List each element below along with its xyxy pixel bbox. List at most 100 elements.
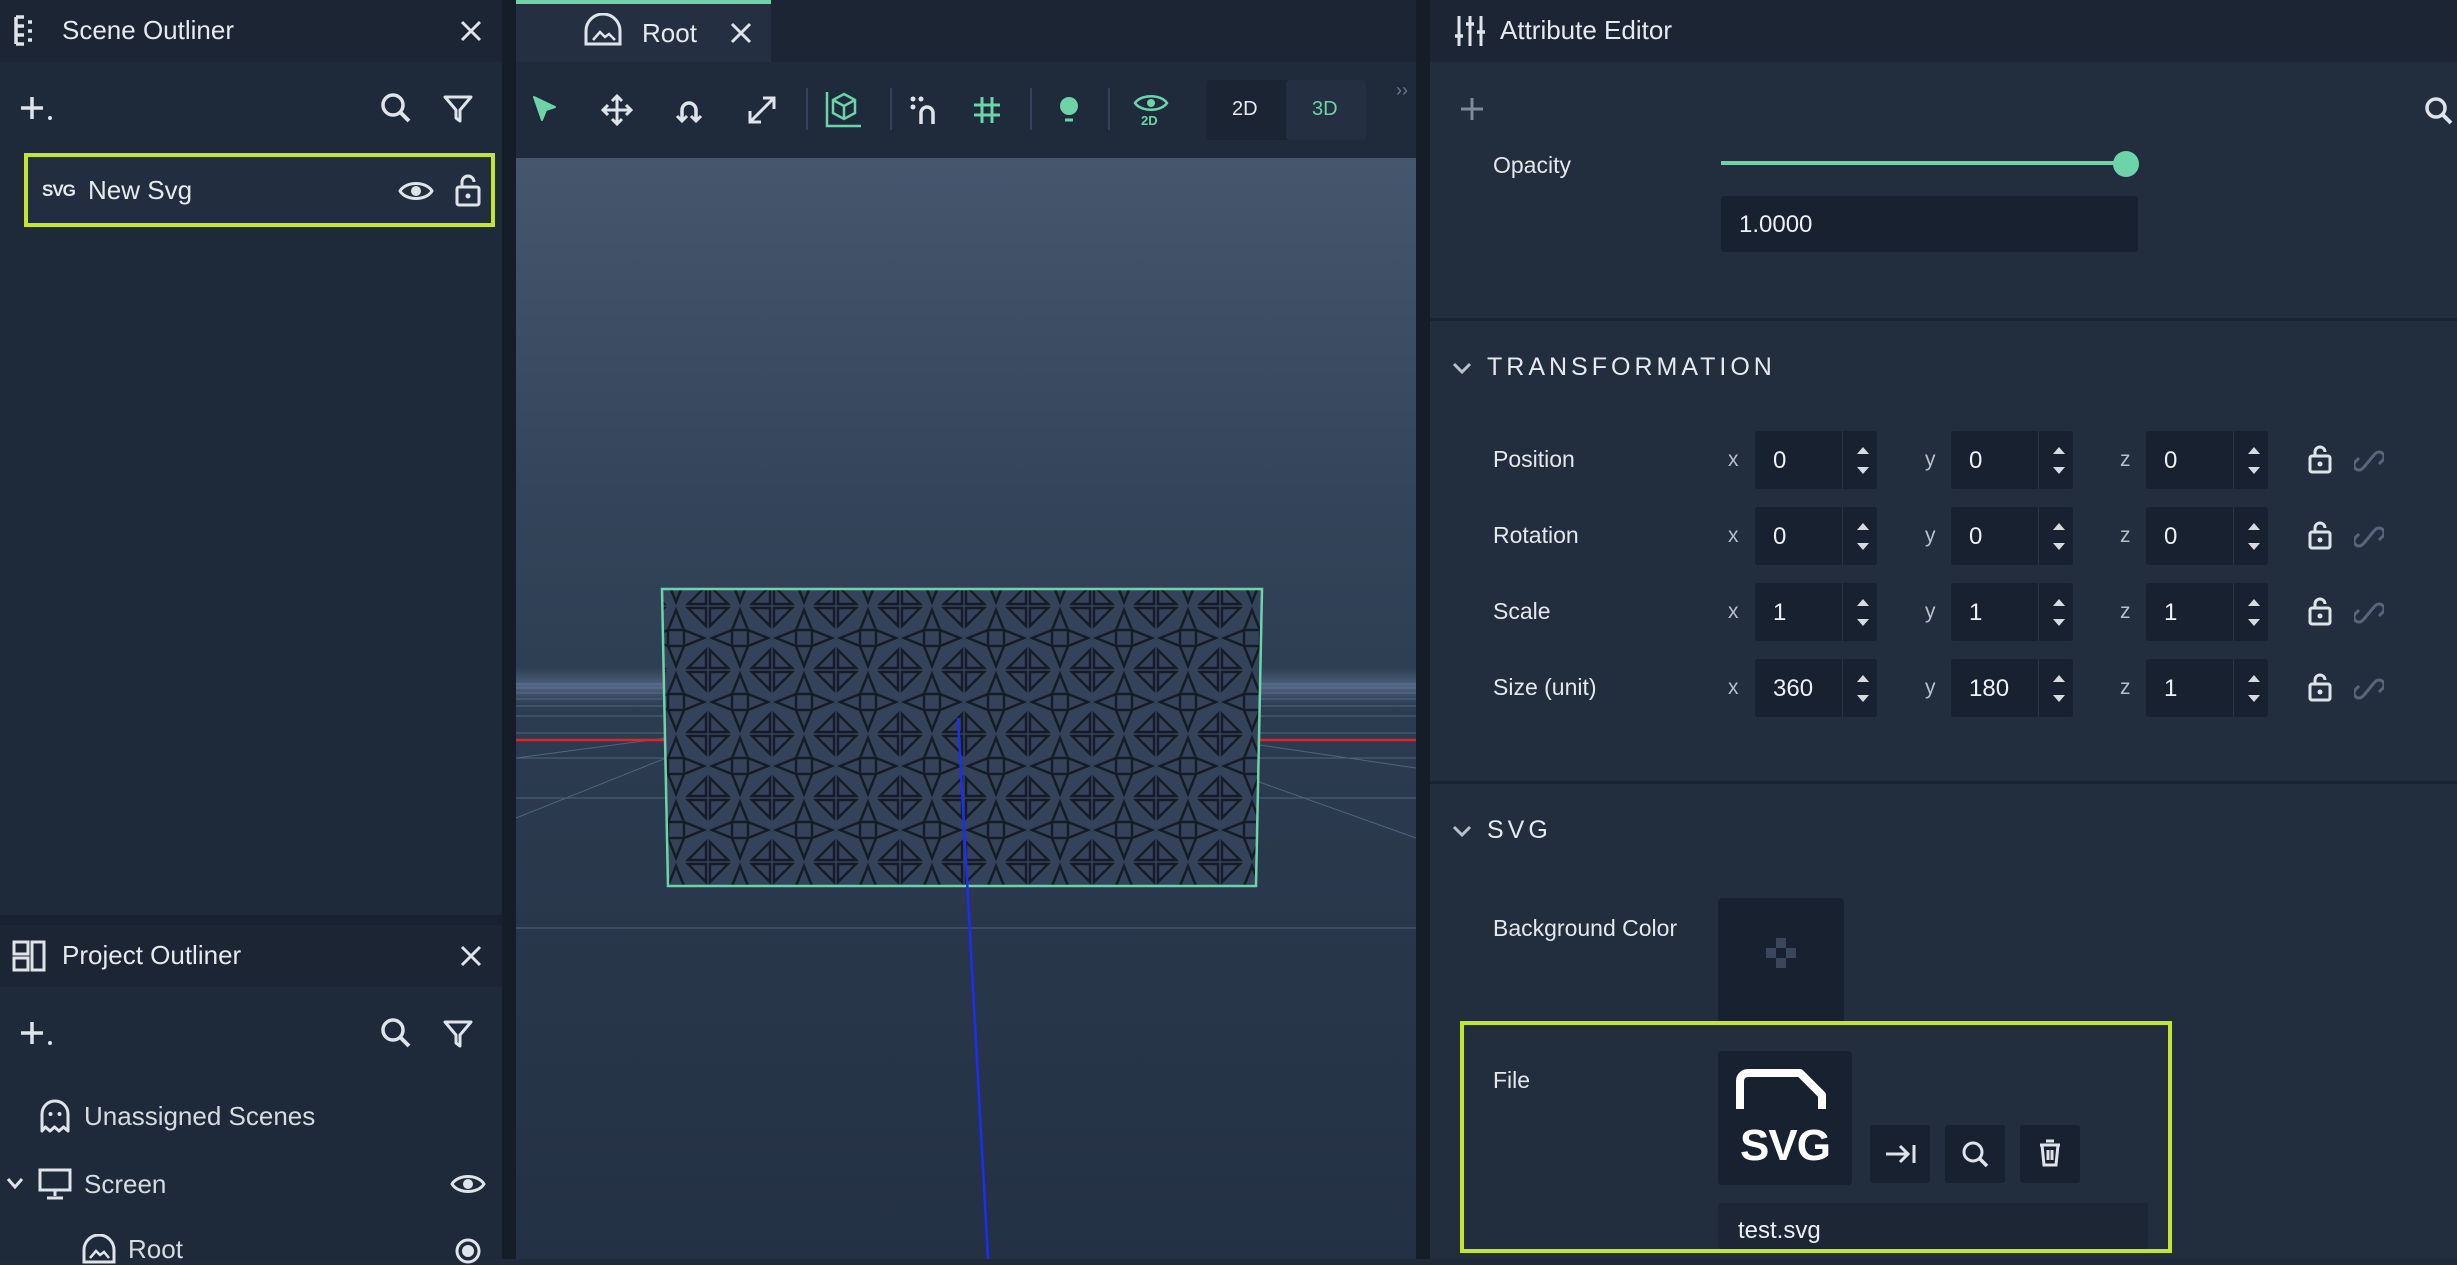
link-icon[interactable] — [2354, 447, 2384, 475]
lock-icon[interactable] — [2308, 444, 2332, 474]
position-x-input[interactable]: 0 — [1755, 431, 1877, 489]
add-icon[interactable] — [1459, 96, 1485, 122]
toggle-3d-button[interactable]: 3D — [1312, 98, 1338, 121]
filter-icon[interactable] — [442, 1018, 474, 1050]
transformation-section-title[interactable]: TRANSFORMATION — [1487, 353, 1776, 382]
scene-icon — [584, 13, 622, 47]
opacity-input[interactable]: 1.0000 — [1721, 196, 2138, 252]
panel-splitter[interactable] — [502, 0, 516, 1259]
position-y-input[interactable]: 0 — [1951, 431, 2073, 489]
move-tool-icon[interactable] — [600, 93, 634, 127]
scene-outliner-toolbar — [0, 62, 502, 148]
link-icon[interactable] — [2354, 523, 2384, 551]
grid-icon[interactable] — [972, 95, 1002, 125]
chevron-down-icon[interactable] — [1452, 824, 1472, 838]
axis-y-label: y — [1925, 448, 1936, 471]
drag-handle-icon[interactable] — [12, 14, 36, 48]
opacity-slider-handle[interactable] — [2113, 151, 2139, 177]
axis-x-label: x — [1728, 448, 1739, 471]
lock-icon[interactable] — [2308, 596, 2332, 626]
background-color-swatch[interactable] — [1718, 898, 1844, 1024]
close-icon[interactable] — [458, 18, 484, 44]
opacity-label: Opacity — [1493, 152, 1571, 178]
filter-icon[interactable] — [442, 93, 474, 125]
axis-x-label: x — [1728, 600, 1739, 623]
layout-icon — [12, 940, 46, 972]
panel-splitter[interactable] — [1416, 0, 1430, 1259]
tab-label: Root — [642, 18, 697, 48]
size-y-input[interactable]: 180 — [1951, 659, 2073, 717]
project-outliner-header: Project Outliner — [0, 925, 502, 987]
add-icon[interactable] — [20, 94, 54, 124]
axis-z-label: z — [2120, 524, 2131, 547]
opacity-value: 1.0000 — [1739, 211, 1813, 238]
rotation-label: Rotation — [1493, 522, 1579, 548]
scale-x-input[interactable]: 1 — [1755, 583, 1877, 641]
rotation-z-input[interactable]: 0 — [2146, 507, 2268, 565]
scale-y-input[interactable]: 1 — [1951, 583, 2073, 641]
scene-outliner-header: Scene Outliner — [0, 0, 502, 62]
delete-file-button[interactable] — [2020, 1125, 2080, 1183]
camera-view-icon[interactable]: 2D — [1132, 92, 1170, 128]
eye-icon[interactable] — [398, 177, 434, 205]
lock-icon[interactable] — [454, 173, 482, 207]
tree-item-root[interactable]: Root — [128, 1234, 183, 1265]
tab-root[interactable]: Root — [516, 0, 771, 62]
axis-y-label: y — [1925, 524, 1936, 547]
monitor-icon — [38, 1168, 72, 1200]
chevron-down-icon[interactable] — [1452, 361, 1472, 375]
position-label: Position — [1493, 446, 1575, 472]
assign-file-button[interactable] — [1870, 1125, 1930, 1183]
toggle-2d-button[interactable]: 2D — [1232, 98, 1258, 121]
rotate-tool-icon[interactable] — [673, 94, 705, 126]
add-icon[interactable] — [20, 1019, 54, 1049]
link-icon[interactable] — [2354, 675, 2384, 703]
light-icon[interactable] — [1056, 94, 1082, 126]
search-icon[interactable] — [380, 1017, 412, 1049]
scale-z-input[interactable]: 1 — [2146, 583, 2268, 641]
attribute-editor-title: Attribute Editor — [1500, 15, 1672, 45]
position-z-input[interactable]: 0 — [2146, 431, 2268, 489]
bounds-tool-icon[interactable] — [824, 89, 864, 129]
axis-z-label: z — [2120, 676, 2131, 699]
scene-outliner-title: Scene Outliner — [62, 15, 234, 45]
select-tool-icon[interactable] — [530, 94, 560, 126]
file-label: File — [1493, 1067, 1531, 1093]
size-x-input[interactable]: 360 — [1755, 659, 1877, 717]
3d-viewport[interactable] — [516, 158, 1416, 1259]
close-icon[interactable] — [728, 20, 754, 46]
lock-icon[interactable] — [2308, 520, 2332, 550]
left-panel: Scene Outliner SVG New Svg Project Outli… — [0, 0, 502, 1264]
section-divider — [1430, 781, 2457, 784]
search-icon[interactable] — [2424, 96, 2454, 126]
tree-item-screen[interactable]: Screen — [84, 1169, 166, 1200]
toolbar-divider — [1030, 88, 1032, 130]
section-divider — [1430, 318, 2457, 321]
link-icon[interactable] — [2354, 599, 2384, 627]
project-outliner-toolbar — [0, 987, 502, 1073]
overflow-chevron-icon[interactable]: ›› — [1396, 80, 1408, 101]
active-radio-icon[interactable] — [454, 1237, 482, 1265]
file-name-field[interactable]: test.svg — [1718, 1203, 2148, 1249]
file-thumbnail[interactable]: SVG — [1718, 1051, 1852, 1185]
chevron-down-icon[interactable] — [6, 1176, 24, 1190]
tree-item-unassigned-scenes[interactable]: Unassigned Scenes — [84, 1101, 315, 1132]
scale-label: Scale — [1493, 598, 1551, 624]
scale-tool-icon[interactable] — [745, 93, 779, 127]
rotation-y-input[interactable]: 0 — [1951, 507, 2073, 565]
lock-icon[interactable] — [2308, 672, 2332, 702]
svg-plane[interactable] — [662, 589, 1262, 886]
scene-item-new-svg[interactable]: SVG New Svg — [24, 153, 495, 227]
eye-icon[interactable] — [450, 1170, 486, 1198]
browse-file-button[interactable] — [1945, 1125, 2005, 1183]
size-z-input[interactable]: 1 — [2146, 659, 2268, 717]
svg-section-title[interactable]: SVG — [1487, 816, 1552, 845]
sliders-icon — [1454, 14, 1486, 48]
toolbar-divider — [1108, 88, 1110, 130]
close-icon[interactable] — [458, 943, 484, 969]
snap-icon[interactable] — [908, 94, 942, 126]
opacity-slider-track[interactable] — [1721, 161, 2127, 165]
panel-separator[interactable] — [0, 915, 502, 925]
rotation-x-input[interactable]: 0 — [1755, 507, 1877, 565]
search-icon[interactable] — [380, 92, 412, 124]
